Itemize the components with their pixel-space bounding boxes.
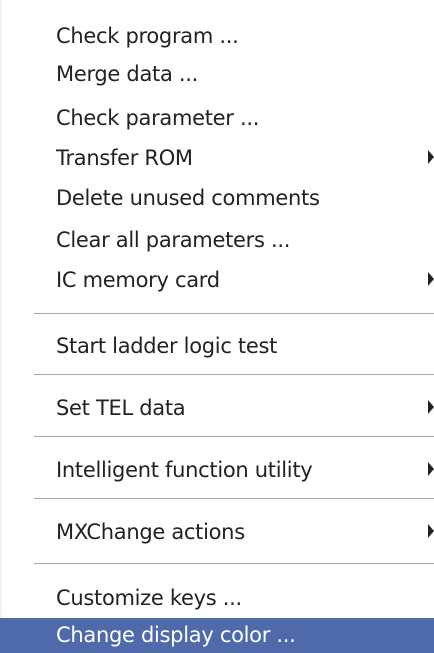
- menu-item-customize-keys[interactable]: Customize keys ...: [0, 578, 434, 618]
- menu-item-label: Delete unused comments: [56, 186, 320, 210]
- chevron-right-icon: [428, 462, 434, 476]
- menu-item-label: Merge data ...: [56, 62, 199, 86]
- menu-separator: [34, 563, 434, 565]
- chevron-right-icon: [428, 524, 434, 538]
- menu-separator: [34, 313, 434, 315]
- menu-item-change-display-color[interactable]: Change display color ...: [0, 618, 434, 653]
- menu-item-label: Check program ...: [56, 24, 239, 48]
- menu-item-label: Intelligent function utility: [56, 458, 313, 482]
- menu-item-label: Set TEL data: [56, 396, 186, 420]
- menu-item-label: Customize keys ...: [56, 586, 242, 610]
- menu-item-intelligent-function-utility[interactable]: Intelligent function utility: [0, 450, 434, 490]
- menu-item-delete-unused-comments[interactable]: Delete unused comments: [0, 178, 434, 218]
- menu-item-label: Start ladder logic test: [56, 334, 278, 358]
- menu-item-ic-memory-card[interactable]: IC memory card: [0, 260, 434, 300]
- menu-separator: [34, 374, 434, 376]
- menu-item-clear-all-parameters[interactable]: Clear all parameters ...: [0, 220, 434, 260]
- menu-item-label: MXChange actions: [56, 520, 245, 544]
- tools-menu: Check program ... Merge data ... Check p…: [0, 0, 434, 653]
- menu-item-label: Transfer ROM: [56, 146, 193, 170]
- menu-item-label: IC memory card: [56, 268, 220, 292]
- menu-item-transfer-rom[interactable]: Transfer ROM: [0, 138, 434, 178]
- menu-item-label: Change display color ...: [56, 623, 296, 647]
- menu-separator: [34, 436, 434, 438]
- menu-item-mxchange-actions[interactable]: MXChange actions: [0, 512, 434, 552]
- menu-item-check-parameter[interactable]: Check parameter ...: [0, 98, 434, 138]
- menu-item-label: Check parameter ...: [56, 106, 260, 130]
- menu-item-label: Clear all parameters ...: [56, 228, 291, 252]
- chevron-right-icon: [428, 150, 434, 164]
- menu-item-set-tel-data[interactable]: Set TEL data: [0, 388, 434, 428]
- menu-item-start-ladder-logic-test[interactable]: Start ladder logic test: [0, 326, 434, 366]
- menu-item-merge-data[interactable]: Merge data ...: [0, 54, 434, 94]
- menu-item-check-program[interactable]: Check program ...: [0, 16, 434, 56]
- chevron-right-icon: [428, 272, 434, 286]
- menu-separator: [34, 498, 434, 500]
- chevron-right-icon: [428, 400, 434, 414]
